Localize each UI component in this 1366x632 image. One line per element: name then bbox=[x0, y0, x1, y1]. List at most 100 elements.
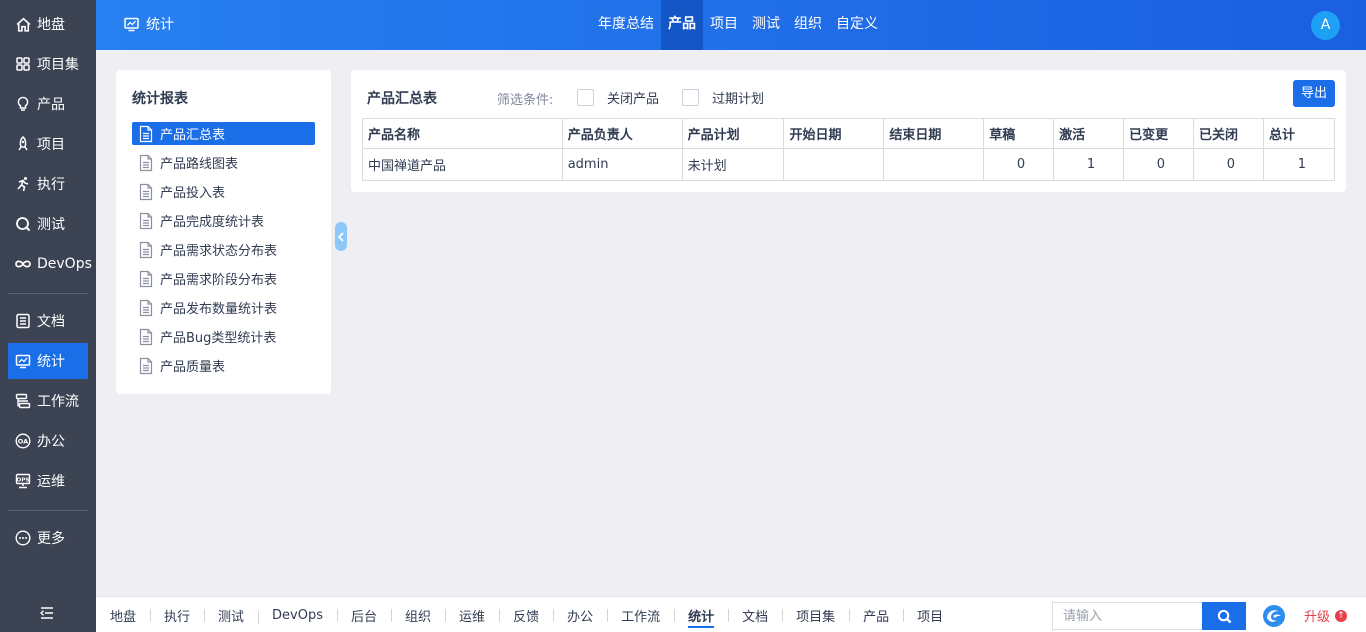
footer-nav-item[interactable]: 项目集 bbox=[782, 606, 849, 625]
sidebar-item-label: 项目集 bbox=[37, 57, 79, 73]
sidebar-item-execution[interactable]: 执行 bbox=[8, 166, 88, 202]
sidebar-item-oa[interactable]: OA 办公 bbox=[8, 423, 88, 459]
doc-list-icon bbox=[14, 312, 32, 330]
sidebar-item-program[interactable]: 项目集 bbox=[8, 46, 88, 82]
monitor-chart-icon bbox=[123, 16, 140, 32]
zentao-logo-icon[interactable] bbox=[1262, 604, 1286, 628]
footer-nav-label: 产品 bbox=[863, 609, 890, 625]
cell-product-owner: admin bbox=[561, 148, 683, 181]
footer-search-input[interactable] bbox=[1052, 602, 1203, 630]
footer-nav-label: 地盘 bbox=[110, 609, 137, 625]
report-product-invest[interactable]: 产品投入表 bbox=[132, 180, 315, 203]
checkbox-label: 关闭产品 bbox=[607, 92, 660, 107]
search-icon bbox=[1217, 609, 1232, 624]
report-product-completion[interactable]: 产品完成度统计表 bbox=[132, 209, 315, 232]
footer-nav-item[interactable]: 项目 bbox=[903, 606, 957, 625]
more-icon bbox=[14, 529, 32, 547]
sidebar-item-test[interactable]: 测试 bbox=[8, 206, 88, 242]
filter-closed-product-checkbox[interactable]: 关闭产品 bbox=[577, 88, 659, 107]
footer-nav-item[interactable]: 办公 bbox=[553, 606, 607, 625]
tab-organization[interactable]: 组织 bbox=[787, 0, 829, 50]
report-item-label: 产品需求阶段分布表 bbox=[160, 273, 278, 288]
home-icon bbox=[14, 15, 32, 33]
report-item-label: 产品发布数量统计表 bbox=[160, 302, 278, 317]
footer-nav-label: DevOps bbox=[272, 607, 324, 623]
sidebar-item-label: 产品 bbox=[37, 97, 65, 113]
footer-nav: 地盘 执行 测试 DevOps 后台 组织 运维 反馈 办公 工作流 统计 文档 项目集 产品 项目 bbox=[96, 597, 957, 632]
sidebar-item-label: 地盘 bbox=[37, 17, 65, 33]
sidebar-item-label: 测试 bbox=[37, 217, 65, 233]
column-header: 已变更 bbox=[1123, 118, 1195, 149]
sidebar-divider bbox=[8, 510, 88, 511]
report-product-roadmap[interactable]: 产品路线图表 bbox=[132, 151, 315, 174]
sidebar-item-label: 文档 bbox=[37, 314, 65, 330]
sidebar-item-devops[interactable]: DevOps bbox=[8, 246, 92, 282]
sidebar-item-label: 办公 bbox=[37, 434, 65, 450]
sidebar-item-dashboard[interactable]: 地盘 bbox=[8, 6, 88, 42]
sidebar-collapse-button[interactable] bbox=[36, 602, 58, 624]
column-header: 结束日期 bbox=[883, 118, 985, 149]
footer-nav-item[interactable]: 地盘 bbox=[96, 606, 150, 625]
checkbox-box[interactable] bbox=[577, 89, 594, 106]
chevron-left-icon bbox=[337, 231, 345, 242]
footer-nav-item[interactable]: 测试 bbox=[204, 606, 258, 625]
report-list-panel: 统计报表 产品汇总表 产品路线图表 产品投入表 产品完成度统计表 产品需求状态分布表 产品… bbox=[116, 70, 331, 394]
footer-nav-item[interactable]: 反馈 bbox=[499, 606, 553, 625]
footer-nav-item[interactable]: 运维 bbox=[445, 606, 499, 625]
tab-custom[interactable]: 自定义 bbox=[829, 0, 885, 50]
footer-nav-item[interactable]: 文档 bbox=[728, 606, 782, 625]
footer-nav-label: 文档 bbox=[742, 609, 769, 625]
grid-icon bbox=[14, 55, 32, 73]
filter-expired-plan-checkbox[interactable]: 过期计划 bbox=[682, 88, 764, 107]
report-product-summary[interactable]: 产品汇总表 bbox=[132, 122, 315, 145]
sidebar-item-more[interactable]: 更多 bbox=[8, 520, 88, 556]
report-item-label: 产品完成度统计表 bbox=[160, 215, 265, 230]
export-button[interactable]: 导出 bbox=[1293, 80, 1335, 107]
workflow-icon bbox=[14, 392, 32, 410]
sidebar-item-workflow[interactable]: 工作流 bbox=[8, 383, 88, 419]
sidebar-item-doc[interactable]: 文档 bbox=[8, 303, 88, 339]
footer-nav-label: 测试 bbox=[218, 609, 245, 625]
tab-project[interactable]: 项目 bbox=[703, 0, 745, 50]
column-header: 总计 bbox=[1263, 118, 1335, 149]
table-header-row: 产品名称 产品负责人 产品计划 开始日期 结束日期 草稿 激活 已变更 已关闭 … bbox=[362, 118, 1335, 149]
tab-annual-summary[interactable]: 年度总结 bbox=[591, 0, 661, 50]
footer-nav-item[interactable]: DevOps bbox=[258, 607, 337, 624]
magnifier-icon bbox=[14, 215, 32, 233]
sidebar-divider bbox=[8, 293, 88, 294]
footer-nav-item[interactable]: 组织 bbox=[391, 606, 445, 625]
report-release-count[interactable]: 产品发布数量统计表 bbox=[132, 296, 315, 319]
footer-nav-item[interactable]: 后台 bbox=[337, 606, 391, 625]
panel-collapse-button[interactable] bbox=[335, 222, 347, 251]
footer-nav-item[interactable]: 执行 bbox=[150, 606, 204, 625]
upgrade-button[interactable]: 升级 ↑ bbox=[1304, 606, 1348, 625]
infinity-icon bbox=[14, 255, 32, 273]
app-title-text: 统计 bbox=[146, 17, 174, 33]
cell-closed: 0 bbox=[1193, 148, 1264, 181]
sidebar: 地盘 项目集 产品 项目 执行 测试 DevOps 文档 统计 工作流 OA 办… bbox=[0, 0, 96, 632]
report-story-stage[interactable]: 产品需求阶段分布表 bbox=[132, 267, 315, 290]
sidebar-item-ops[interactable]: OPS 运维 bbox=[8, 463, 88, 499]
sidebar-item-product[interactable]: 产品 bbox=[8, 86, 88, 122]
tab-test[interactable]: 测试 bbox=[745, 0, 787, 50]
document-icon bbox=[138, 241, 154, 259]
footer-nav-item[interactable]: 工作流 bbox=[607, 606, 674, 625]
report-product-quality[interactable]: 产品质量表 bbox=[132, 354, 315, 377]
footer-search-button[interactable] bbox=[1202, 602, 1246, 630]
sidebar-item-project[interactable]: 项目 bbox=[8, 126, 88, 162]
column-header: 激活 bbox=[1053, 118, 1125, 149]
footer-nav-item[interactable]: 产品 bbox=[849, 606, 903, 625]
sidebar-item-label: 运维 bbox=[37, 474, 65, 490]
report-bug-type[interactable]: 产品Bug类型统计表 bbox=[132, 325, 315, 348]
report-story-status[interactable]: 产品需求状态分布表 bbox=[132, 238, 315, 261]
checkbox-box[interactable] bbox=[682, 89, 699, 106]
report-panel: 产品汇总表 筛选条件: 关闭产品 过期计划 导出 产品名称 产品负责人 产品计划… bbox=[351, 70, 1346, 192]
avatar[interactable]: A bbox=[1311, 11, 1340, 40]
tab-product[interactable]: 产品 bbox=[661, 0, 703, 50]
sidebar-item-bi[interactable]: 统计 bbox=[8, 343, 88, 379]
footer-nav-label: 执行 bbox=[164, 609, 191, 625]
filter-label: 筛选条件: bbox=[497, 93, 554, 108]
cell-draft: 0 bbox=[983, 148, 1055, 181]
footer-nav-item[interactable]: 统计 bbox=[674, 606, 728, 628]
svg-text:OA: OA bbox=[18, 437, 28, 445]
